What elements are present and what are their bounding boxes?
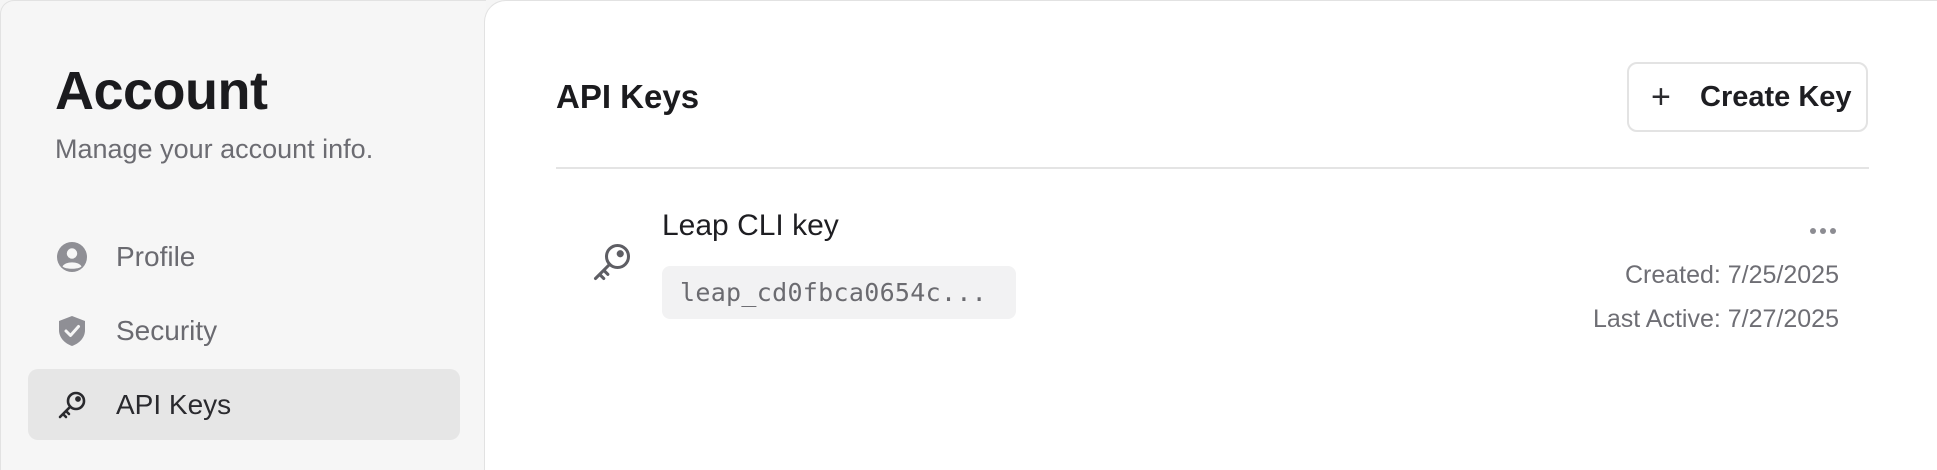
api-key-created: Created: 7/25/2025 [1624, 261, 1839, 289]
shield-check-icon [55, 314, 89, 348]
more-horizontal-icon [1810, 228, 1816, 234]
sidebar-item-api-keys[interactable]: API Keys [28, 369, 460, 440]
key-icon [55, 388, 89, 422]
api-keys-panel: API Keys + Create Key Leap CLI key leap_… [484, 0, 1937, 470]
divider [556, 167, 1869, 169]
page-title: API Keys [556, 78, 700, 115]
account-sidebar: Account Manage your account info. Profil… [0, 0, 486, 470]
sidebar-item-profile[interactable]: Profile [28, 221, 460, 292]
sidebar-item-security[interactable]: Security [28, 295, 460, 366]
sidebar-subtitle: Manage your account info. [55, 134, 374, 164]
create-key-label: Create Key [1700, 80, 1852, 113]
api-key-value[interactable]: leap_cd0fbca0654c... [662, 266, 1016, 319]
user-circle-icon [55, 240, 89, 274]
plus-icon: + [1651, 78, 1671, 116]
sidebar-item-label: API Keys [116, 388, 232, 420]
api-key-last-active: Last Active: 7/27/2025 [1592, 305, 1839, 333]
sidebar-item-label: Security [116, 314, 218, 346]
more-options-button[interactable] [1803, 217, 1843, 245]
key-icon [590, 240, 634, 284]
sidebar-item-label: Profile [116, 240, 196, 272]
create-key-button[interactable]: + Create Key [1627, 62, 1868, 132]
api-key-name: Leap CLI key [662, 209, 839, 242]
sidebar-title: Account [55, 61, 268, 121]
